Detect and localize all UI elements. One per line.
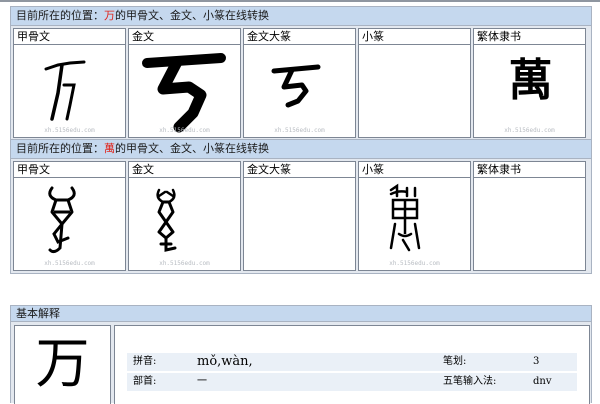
column-bronze-great-seal: 金文大篆 xh.5156edu.com bbox=[243, 28, 356, 138]
small-seal-glyph-empty bbox=[358, 44, 471, 138]
column-small-seal: 小篆 xh.5156edu.com bbox=[358, 161, 471, 271]
column-header: 小篆 bbox=[358, 28, 471, 44]
radical-value: 一 bbox=[197, 376, 207, 387]
great-seal-glyph-empty bbox=[243, 177, 356, 271]
wubi-label: 五笔输入法: bbox=[443, 376, 497, 387]
info-row-pinyin: 拼音: mǒ,wàn, 笔划: 3 bbox=[127, 353, 577, 371]
basic-explanation-panel: 基本解释 万 拼音: mǒ,wàn, 笔划: 3 部首: 一 五笔输入法: dn… bbox=[10, 305, 592, 404]
title-suffix: 的甲骨文、金文、小篆在线转换 bbox=[115, 142, 269, 155]
pinyin-value: mǒ,wàn, bbox=[197, 354, 253, 369]
watermark: xh.5156edu.com bbox=[389, 260, 440, 267]
pinyin-label: 拼音: bbox=[133, 356, 157, 367]
radical-label: 部首: bbox=[133, 376, 157, 387]
title-suffix: 的甲骨文、金文、小篆在线转换 bbox=[115, 9, 269, 22]
column-header: 甲骨文 bbox=[13, 161, 126, 177]
column-header: 小篆 bbox=[358, 161, 471, 177]
info-row-radical: 部首: 一 五笔输入法: dnv bbox=[127, 373, 577, 391]
panel-title: 基本解释 bbox=[11, 306, 591, 322]
watermark: xh.5156edu.com bbox=[274, 127, 325, 134]
clerical-glyph-empty bbox=[473, 177, 586, 271]
column-bronze: 金文 xh.5156edu.com bbox=[128, 161, 241, 271]
panel-title: 目前所在的位置：萬的甲骨文、金文、小篆在线转换 bbox=[11, 140, 591, 159]
watermark: xh.5156edu.com bbox=[504, 127, 555, 134]
small-seal-glyph-image: xh.5156edu.com bbox=[358, 177, 471, 271]
character-display: 万 bbox=[14, 325, 111, 404]
title-character: 萬 bbox=[104, 142, 115, 155]
column-oracle-bone: 甲骨文 xh.5156edu.com bbox=[13, 28, 126, 138]
column-header: 繁体隶书 bbox=[473, 161, 586, 177]
column-small-seal: 小篆 bbox=[358, 28, 471, 138]
script-conversion-panel-wan: 目前所在的位置：万的甲骨文、金文、小篆在线转换 甲骨文 xh.5156edu.c… bbox=[10, 6, 592, 141]
top-divider bbox=[0, 0, 600, 2]
title-character: 万 bbox=[104, 9, 115, 22]
column-header: 金文大篆 bbox=[243, 28, 356, 44]
column-header: 金文大篆 bbox=[243, 161, 356, 177]
bronze-glyph-image: xh.5156edu.com bbox=[128, 44, 241, 138]
column-header: 金文 bbox=[128, 161, 241, 177]
column-header: 繁体隶书 bbox=[473, 28, 586, 44]
column-bronze: 金文 xh.5156edu.com bbox=[128, 28, 241, 138]
bronze-glyph-image: xh.5156edu.com bbox=[128, 177, 241, 271]
watermark: xh.5156edu.com bbox=[159, 127, 210, 134]
column-traditional-clerical: 繁体隶书 bbox=[473, 161, 586, 271]
panel-title: 目前所在的位置：万的甲骨文、金文、小篆在线转换 bbox=[11, 7, 591, 26]
column-header: 甲骨文 bbox=[13, 28, 126, 44]
strokes-label: 笔划: bbox=[443, 356, 467, 367]
big-character: 万 bbox=[35, 332, 90, 395]
column-oracle-bone: 甲骨文 xh.5156edu.com bbox=[13, 161, 126, 271]
great-seal-glyph-image: xh.5156edu.com bbox=[243, 44, 356, 138]
watermark: xh.5156edu.com bbox=[159, 260, 210, 267]
column-bronze-great-seal: 金文大篆 bbox=[243, 161, 356, 271]
strokes-value: 3 bbox=[533, 356, 540, 367]
bronze-scorpion-glyph bbox=[156, 188, 177, 252]
clerical-glyph: 萬 bbox=[508, 55, 553, 106]
watermark: xh.5156edu.com bbox=[44, 127, 95, 134]
column-header: 金文 bbox=[128, 28, 241, 44]
script-conversion-panel-wan-traditional: 目前所在的位置：萬的甲骨文、金文、小篆在线转换 甲骨文 xh.5156edu.c… bbox=[10, 139, 592, 274]
oracle-bone-scorpion-glyph bbox=[48, 186, 76, 254]
clerical-glyph-image: 萬 xh.5156edu.com bbox=[473, 44, 586, 138]
oracle-bone-glyph-image: xh.5156edu.com bbox=[13, 44, 126, 138]
great-seal-glyph bbox=[271, 64, 321, 108]
title-prefix: 目前所在的位置： bbox=[16, 9, 104, 22]
small-seal-glyph bbox=[389, 183, 421, 252]
title-prefix: 目前所在的位置： bbox=[16, 142, 104, 155]
column-traditional-clerical: 繁体隶书 萬 xh.5156edu.com bbox=[473, 28, 586, 138]
oracle-bone-glyph bbox=[44, 60, 86, 121]
character-info: 拼音: mǒ,wàn, 笔划: 3 部首: 一 五笔输入法: dnv bbox=[114, 325, 590, 404]
wubi-value: dnv bbox=[533, 376, 552, 387]
oracle-bone-glyph-image: xh.5156edu.com bbox=[13, 177, 126, 271]
watermark: xh.5156edu.com bbox=[44, 260, 95, 267]
bronze-glyph bbox=[142, 53, 226, 133]
